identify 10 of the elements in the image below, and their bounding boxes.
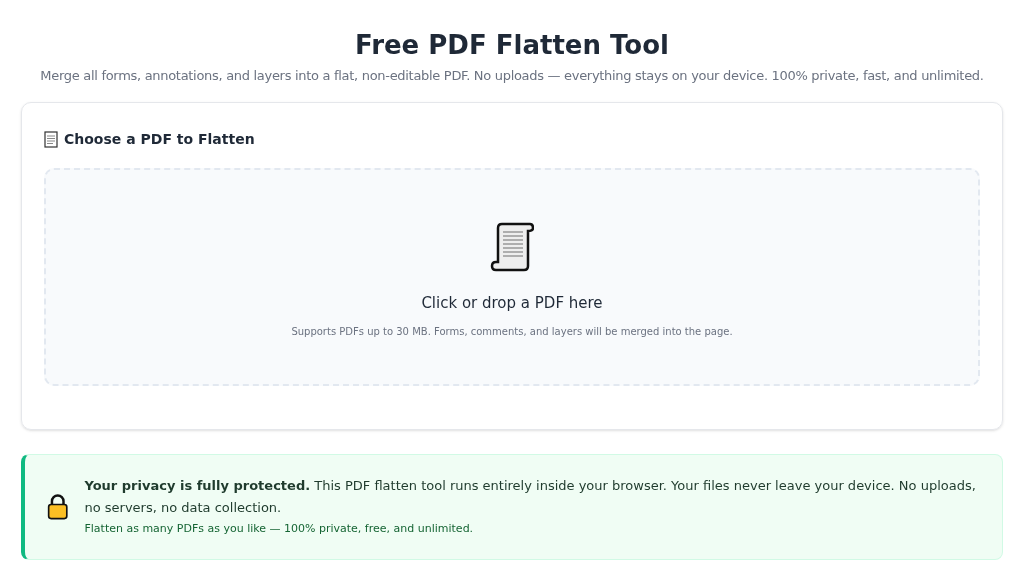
- document-icon: [44, 130, 58, 148]
- privacy-note: Flatten as many PDFs as you like — 100% private, free, and unlimited.: [84, 521, 474, 538]
- card-heading: Choose a PDF to Flatten: [64, 129, 255, 149]
- scroll-icon: [490, 221, 534, 272]
- page-title: Free PDF Flatten Tool: [355, 29, 669, 62]
- page-subtitle: Merge all forms, annotations, and layers into a flat, non-editable PDF. No uploads — everything stays on your device. 100% private, fast, and unlimited.: [40, 67, 984, 85]
- privacy-text: Your privacy is fully protected. This PDF flatten tool runs entirely inside your browser. Your files never leave your device. No uploads, no servers, no data collection.: [84, 477, 977, 518]
- drop-zone[interactable]: Click or drop a PDF here Supports PDFs up to 30 MB. Forms, comments, and layers will be merged into the page.: [44, 167, 980, 386]
- drop-hint: Supports PDFs up to 30 MB. Forms, comments, and layers will be merged into the page.: [291, 325, 733, 339]
- drop-label: Click or drop a PDF here: [421, 292, 603, 314]
